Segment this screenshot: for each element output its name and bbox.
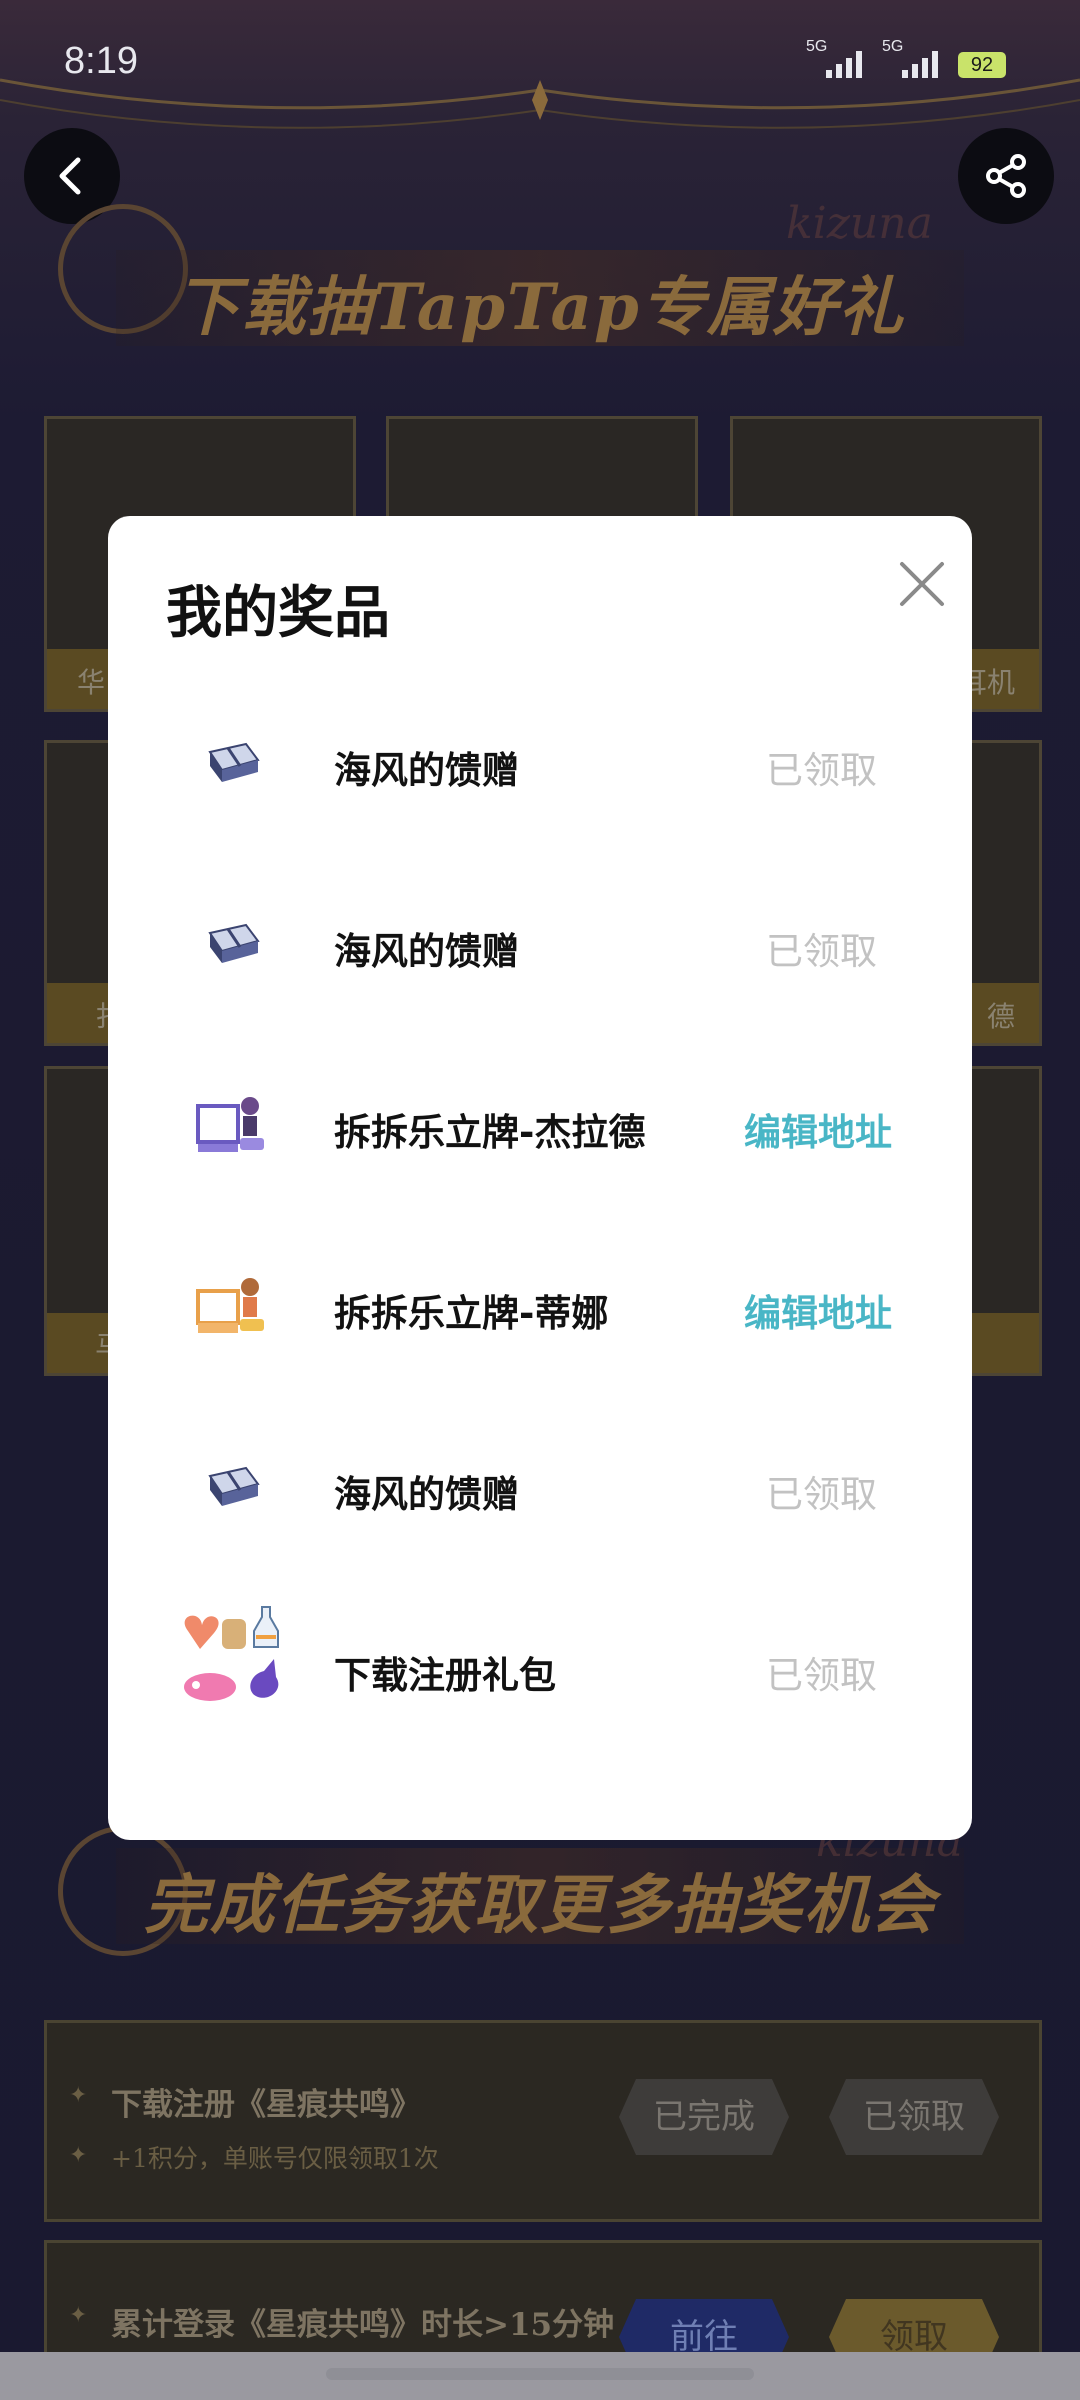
prize-banner: 下载抽TapTap专属好礼 kizuna <box>116 198 964 346</box>
prize-row: 海风的馈赠 已领取 <box>108 885 972 1005</box>
banner-title: 下载抽TapTap专属好礼 <box>175 270 905 345</box>
prize-name: 海风的馈赠 <box>334 930 519 973</box>
prize-name: 下载注册礼包 <box>334 1654 556 1697</box>
network-label-2: 5G <box>882 38 904 55</box>
prize-row: 海风的馈赠 已领取 <box>108 704 972 824</box>
prize-row: 拆拆乐立牌-蒂娜 编辑地址 <box>108 1247 972 1367</box>
task-card: ✦ 下载注册《星痕共鸣》 ✦ +1积分，单账号仅限领取1次 已完成 已领取 <box>44 2020 1042 2222</box>
prize-status-claimed: 已领取 <box>766 1654 877 1697</box>
gift-box-icon <box>208 923 260 963</box>
edit-address-button[interactable]: 编辑地址 <box>744 1283 892 1337</box>
prize-name: 拆拆乐立牌-杰拉德 <box>334 1111 646 1154</box>
prize-name: 拆拆乐立牌-蒂娜 <box>334 1292 609 1335</box>
prize-card-label: 华 <box>77 666 106 699</box>
task-completed-button[interactable]: 已完成 <box>619 2079 789 2155</box>
acrylic-stand-purple-icon <box>196 1097 264 1152</box>
task-banner: 完成任务获取更多抽奖机会 kizuna <box>116 1816 964 1944</box>
ornament-line <box>0 78 1080 129</box>
gift-pack-icon <box>184 1606 279 1701</box>
share-button[interactable] <box>958 128 1054 224</box>
task-subtitle: +1积分，单账号仅限领取1次 <box>111 2144 439 2173</box>
edit-address-button[interactable]: 编辑地址 <box>744 1102 892 1156</box>
prize-name: 海风的馈赠 <box>334 1473 519 1516</box>
prize-status-claimed: 已领取 <box>766 749 877 792</box>
share-icon <box>986 154 1026 198</box>
close-button[interactable] <box>890 552 954 616</box>
gift-box-icon <box>208 1466 260 1506</box>
gift-box-icon <box>208 742 260 782</box>
prize-row: 拆拆乐立牌-杰拉德 编辑地址 <box>108 1066 972 1186</box>
banner-script: kizuna <box>786 198 933 249</box>
prize-name: 海风的馈赠 <box>334 749 519 792</box>
prize-status-claimed: 已领取 <box>766 1473 877 1516</box>
task-title: 累计登录《星痕共鸣》时长>15分钟 <box>111 2307 615 2343</box>
close-icon <box>900 562 944 606</box>
section-title: 完成任务获取更多抽奖机会 <box>144 1868 936 1943</box>
prize-row: 海风的馈赠 已领取 <box>108 1428 972 1548</box>
dialog-title: 我的奖品 <box>166 581 390 646</box>
prize-status-claimed: 已领取 <box>766 930 877 973</box>
prize-card-label: 德 <box>986 1000 1015 1033</box>
chevron-left-icon <box>59 157 81 195</box>
my-prizes-dialog: 我的奖品 海风的馈赠 已领取 海风的馈赠 已领取 拆拆乐立牌-杰拉德 编辑地址 … <box>108 516 972 1840</box>
prize-row: 下载注册礼包 已领取 <box>108 1606 972 1729</box>
task-claimed-button[interactable]: 已领取 <box>829 2079 999 2155</box>
network-label: 5G <box>806 38 828 55</box>
home-indicator[interactable] <box>326 2368 754 2380</box>
acrylic-stand-orange-icon <box>196 1278 264 1333</box>
task-title: 下载注册《星痕共鸣》 <box>111 2087 421 2123</box>
